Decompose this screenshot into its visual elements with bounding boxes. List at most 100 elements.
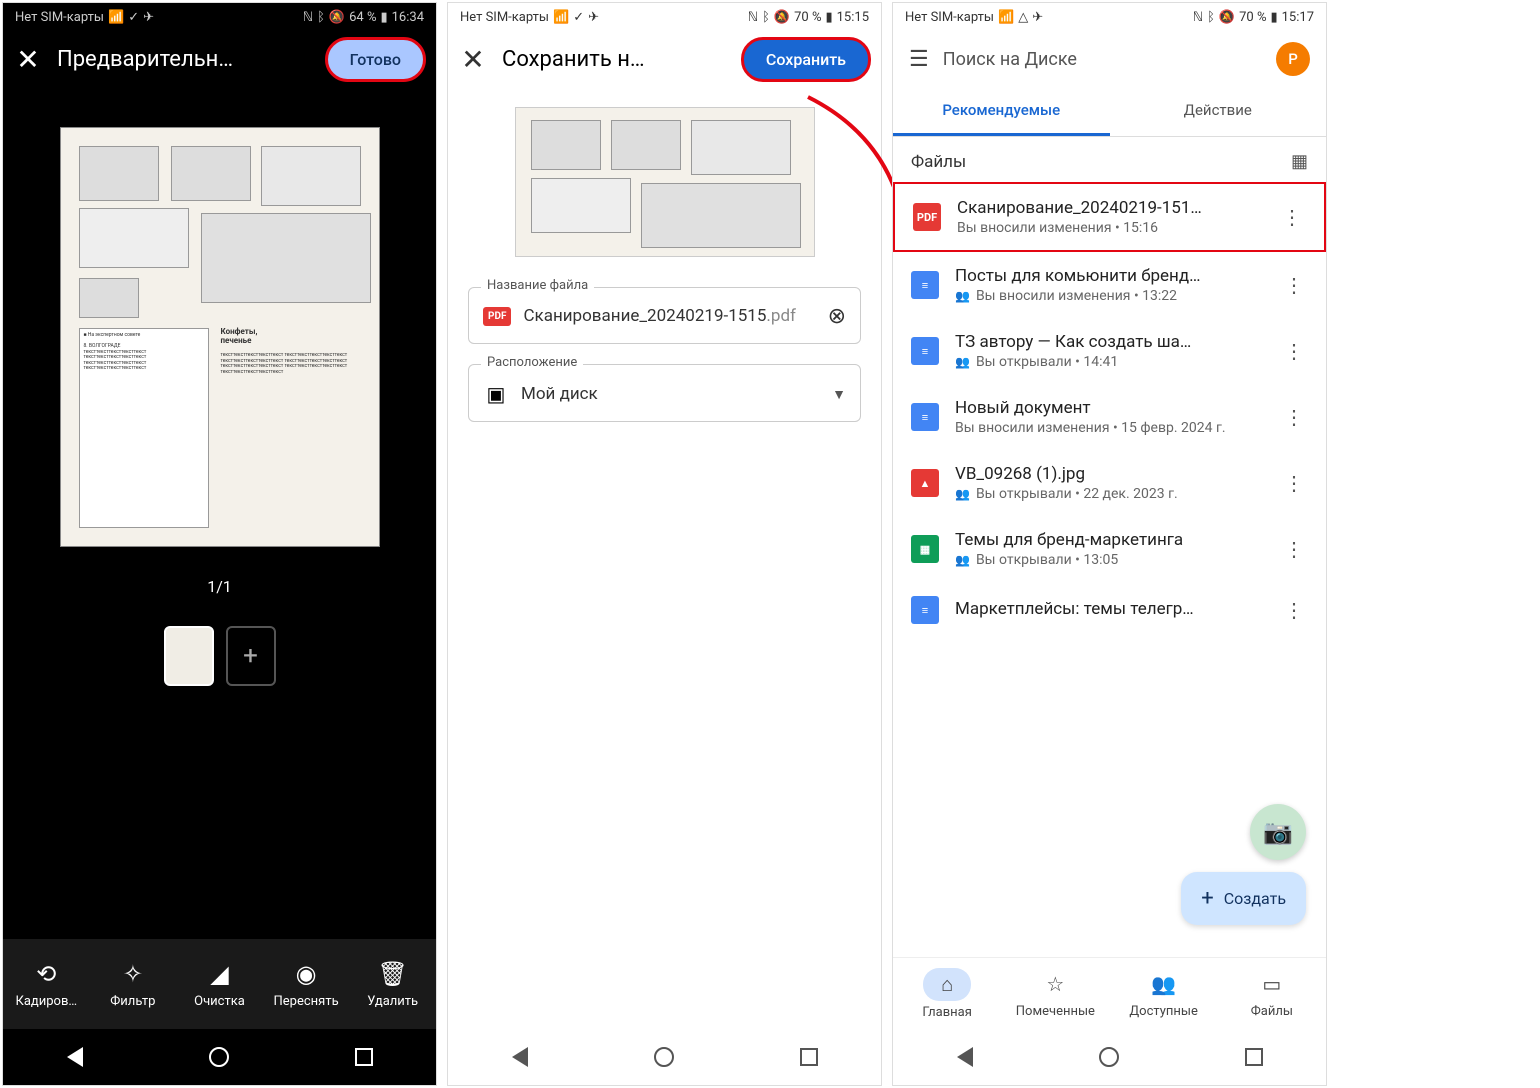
menu-icon[interactable]: ☰ <box>909 47 929 72</box>
chevron-down-icon[interactable]: ▼ <box>832 386 846 403</box>
page-thumbnail[interactable] <box>164 626 214 686</box>
wifi-icon: 📶 <box>553 10 569 25</box>
file-meta: 👥Вы открывали • 14:41 <box>955 354 1264 370</box>
file-item[interactable]: ≡Новый документВы вносили изменения • 15… <box>893 384 1326 450</box>
file-meta: 👥Вы открывали • 13:05 <box>955 552 1264 568</box>
mute-icon: 🔕 <box>774 10 790 25</box>
sim-status: Нет SIM-карты <box>15 10 104 25</box>
file-type-icon: ≡ <box>911 337 939 365</box>
back-button[interactable] <box>951 1043 979 1071</box>
save-button[interactable]: Сохранить <box>741 37 871 82</box>
telegram-icon: ✈ <box>143 10 154 25</box>
tab-recommended[interactable]: Рекомендуемые <box>893 87 1110 136</box>
tab-activity[interactable]: Действие <box>1110 87 1327 136</box>
file-item[interactable]: ≡ Посты для комьюнити бренд… 👥Вы вносили и… <box>893 252 1326 318</box>
camera-icon: ◉ <box>296 960 317 988</box>
field-label: Расположение <box>481 355 583 370</box>
eraser-icon: ◢ <box>210 960 228 988</box>
add-page-button[interactable]: + <box>226 626 276 686</box>
status-bar: Нет SIM-карты 📶 ✓ ✈ ℕ ᛒ 🔕 64 % ▮ 16:34 <box>3 3 436 31</box>
screen-drive-home: Нет SIM-карты 📶 △ ✈ ℕ ᛒ 🔕 70 % ▮ 15:17 ☰… <box>892 2 1327 1086</box>
grid-view-icon[interactable]: ▦ <box>1291 151 1308 172</box>
nav-starred[interactable]: ☆Помеченные <box>1010 968 1100 1019</box>
crop-button[interactable]: ⟲Кадиров… <box>6 960 86 1009</box>
recents-button[interactable] <box>350 1043 378 1071</box>
bluetooth-icon: ᛒ <box>1207 10 1215 25</box>
clear-icon[interactable]: ⊗ <box>828 304 846 329</box>
edit-toolbar: ⟲Кадиров… ✧Фильтр ◢Очистка ◉Переснять 🗑У… <box>3 939 436 1029</box>
battery-icon: ▮ <box>380 10 387 25</box>
nav-shared[interactable]: 👥Доступные <box>1119 968 1209 1019</box>
battery-percent: 70 % <box>1239 10 1266 25</box>
screen-save-dialog: Нет SIM-карты 📶 ✓ ✈ ℕ ᛒ 🔕 70 % ▮ 15:15 ✕… <box>447 2 882 1086</box>
battery-percent: 70 % <box>794 10 821 25</box>
telegram-icon: ✈ <box>1032 10 1043 25</box>
shared-icon: 👥 <box>955 553 970 567</box>
file-item[interactable]: ≡ТЗ автору — Как создать ша…👥Вы открывал… <box>893 318 1326 384</box>
scan-fab[interactable]: 📷 <box>1250 804 1306 860</box>
done-button[interactable]: Готово <box>325 37 426 82</box>
more-icon[interactable]: ⋮ <box>1280 273 1308 297</box>
file-item[interactable]: ▦Темы для бренд-маркетинга👥Вы открывали … <box>893 516 1326 582</box>
home-button[interactable] <box>205 1043 233 1071</box>
shared-icon: 👥 <box>955 487 970 501</box>
wifi-icon: 📶 <box>108 10 124 25</box>
nfc-icon: ℕ <box>1193 10 1203 25</box>
field-label: Название файла <box>481 278 594 293</box>
android-nav <box>3 1029 436 1085</box>
android-nav <box>448 1029 881 1085</box>
filter-button[interactable]: ✧Фильтр <box>93 960 173 1009</box>
more-icon[interactable]: ⋮ <box>1278 205 1306 229</box>
close-button[interactable]: ✕ <box>458 43 488 76</box>
file-item[interactable]: ≡Маркетплейсы: темы телегр…⋮ <box>893 582 1326 638</box>
trash-icon: 🗑 <box>377 960 407 988</box>
bluetooth-icon: ᛒ <box>762 10 770 25</box>
more-icon[interactable]: ⋮ <box>1280 471 1308 495</box>
create-fab[interactable]: +Создать <box>1181 872 1306 925</box>
close-button[interactable]: ✕ <box>13 43 43 76</box>
nav-files[interactable]: ▭Файлы <box>1227 968 1317 1019</box>
search-input[interactable]: Поиск на Диске <box>943 49 1262 70</box>
crop-icon: ⟲ <box>36 960 56 988</box>
home-button[interactable] <box>1095 1043 1123 1071</box>
file-meta: 👥Вы вносили изменения • 13:22 <box>955 288 1264 304</box>
file-item[interactable]: PDFСканирование_20240219-151…Вы вносили … <box>893 182 1326 252</box>
file-name: VB_09268 (1).jpg <box>955 464 1264 484</box>
filename-field[interactable]: Название файла PDF Сканирование_20240219… <box>468 287 861 344</box>
file-type-icon: ▦ <box>911 535 939 563</box>
file-item[interactable]: ▲VB_09268 (1).jpg👥Вы открывали • 22 дек.… <box>893 450 1326 516</box>
more-icon[interactable]: ⋮ <box>1280 405 1308 429</box>
more-icon[interactable]: ⋮ <box>1280 339 1308 363</box>
recents-button[interactable] <box>1240 1043 1268 1071</box>
nav-home[interactable]: ⌂Главная <box>902 968 992 1020</box>
shared-icon: 👥 <box>955 355 970 369</box>
retake-button[interactable]: ◉Переснять <box>266 960 346 1009</box>
delete-button[interactable]: 🗑Удалить <box>353 960 433 1009</box>
nfc-icon: ℕ <box>748 10 758 25</box>
file-type-icon: ≡ <box>911 271 939 299</box>
back-button[interactable] <box>506 1043 534 1071</box>
file-type-icon: ▲ <box>911 469 939 497</box>
back-button[interactable] <box>61 1043 89 1071</box>
plus-icon: + <box>1201 886 1213 911</box>
tabs: Рекомендуемые Действие <box>893 87 1326 137</box>
file-name: Маркетплейсы: темы телегр… <box>955 599 1264 619</box>
clean-button[interactable]: ◢Очистка <box>179 960 259 1009</box>
nfc-icon: ℕ <box>303 10 313 25</box>
location-field[interactable]: Расположение ▣ Мой диск ▼ <box>468 364 861 422</box>
scanned-page-preview[interactable]: ■ На экспертном совете8. ВОЛГОГРАДЕтекст… <box>60 127 380 547</box>
star-icon: ☆ <box>1028 968 1082 1000</box>
whatsapp-icon: ✓ <box>128 10 139 25</box>
page-title: Сохранить н… <box>502 47 727 72</box>
filename-value: Сканирование_20240219-1515.pdf <box>523 305 815 327</box>
more-icon[interactable]: ⋮ <box>1280 537 1308 561</box>
clock: 15:17 <box>1282 10 1314 25</box>
recents-button[interactable] <box>795 1043 823 1071</box>
more-icon[interactable]: ⋮ <box>1280 598 1308 622</box>
home-button[interactable] <box>650 1043 678 1071</box>
clock: 15:15 <box>837 10 869 25</box>
file-name: Посты для комьюнити бренд… <box>955 266 1264 286</box>
magic-wand-icon: ✧ <box>123 960 143 988</box>
drive-status-icon: △ <box>1018 10 1028 25</box>
avatar[interactable]: P <box>1276 42 1310 76</box>
